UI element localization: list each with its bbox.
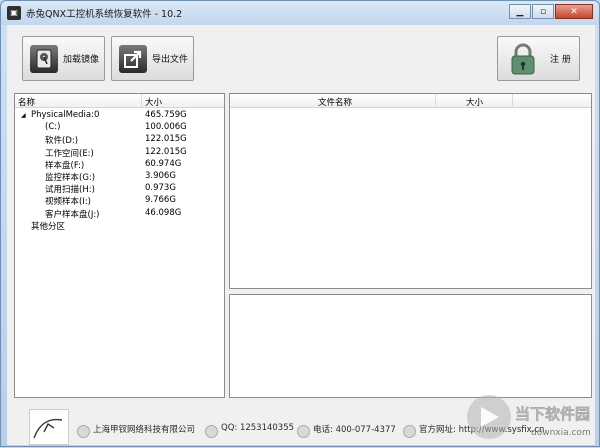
register-label: 注 册: [550, 55, 571, 65]
app-logo-icon: ▣: [7, 6, 21, 20]
company-logo-icon: [29, 409, 69, 445]
column-header-size[interactable]: 大小: [145, 96, 162, 108]
company-icon: [77, 425, 90, 438]
tree-item-size: 46.098G: [145, 207, 182, 218]
file-list-panel[interactable]: 文件名称 大小: [229, 93, 592, 289]
tree-root-item[interactable]: ◢ PhysicalMedia:0 465.759G: [15, 109, 224, 122]
tree-item-name: 其他分区: [31, 221, 66, 232]
website-icon: [403, 425, 416, 438]
tree-item-name: 工作空间(E:): [45, 148, 94, 159]
tree-item-size: 9.766G: [145, 195, 176, 206]
title-bar[interactable]: ▣ 赤兔QNX工控机系统恢复软件 - 10.2 ▁ ▫ ✕: [1, 1, 599, 25]
phone-icon: [297, 425, 310, 438]
tree-item-name: 监控样本(G:): [45, 173, 96, 183]
tree-item[interactable]: 样本盘(F:) 60.974G: [15, 158, 224, 171]
tree-item[interactable]: 试用扫描(H:) 0.973G: [15, 182, 224, 195]
tree-item[interactable]: 其他分区: [15, 219, 224, 232]
maximize-icon: ▫: [539, 6, 547, 17]
tree-item-size: 0.973G: [145, 183, 176, 194]
load-image-label: 加载镜像: [63, 55, 100, 65]
tree-item-size: 60.974G: [145, 158, 182, 169]
minimize-button[interactable]: ▁: [509, 4, 531, 19]
tree-item-size: 3.906G: [145, 171, 176, 181]
export-arrow-icon: [119, 44, 147, 73]
tree-item[interactable]: 工作空间(E:) 122.015G: [15, 146, 224, 159]
tree-item-name: 视频样本(I:): [45, 197, 92, 208]
tree-item-size: 100.006G: [145, 122, 187, 133]
register-button[interactable]: 注 册: [497, 36, 580, 81]
maximize-button[interactable]: ▫: [532, 4, 554, 19]
tree-item[interactable]: 监控样本(G:) 3.906G: [15, 170, 224, 183]
watermark-cn: 当下软件园: [515, 405, 590, 423]
qq-icon: [205, 425, 218, 438]
minimize-icon: ▁: [516, 6, 524, 17]
tree-item-name: 试用扫描(H:): [45, 185, 95, 196]
app-window: ▣ 赤兔QNX工控机系统恢复软件 - 10.2 ▁ ▫ ✕ 加载镜像 导出文件 …: [0, 0, 600, 447]
column-header-filename[interactable]: 文件名称: [318, 96, 352, 108]
watermark-logo: 当下软件园 downxia.com: [463, 381, 595, 445]
column-header-filesize[interactable]: 大小: [466, 96, 483, 108]
tree-item-size: 122.015G: [145, 146, 187, 157]
tree-item-name: (C:): [45, 122, 61, 133]
tree-item-size: 465.759G: [145, 110, 187, 120]
partition-tree-panel[interactable]: 名称 大小 ◢ PhysicalMedia:0 465.759G (C:) 100.00…: [14, 93, 225, 398]
tree-item[interactable]: 视频样本(I:) 9.766G: [15, 194, 224, 207]
load-image-button[interactable]: 加载镜像: [22, 36, 105, 81]
tree-item-name: 软件(D:): [45, 136, 79, 147]
close-button[interactable]: ✕: [555, 4, 593, 19]
hard-disk-icon: [30, 44, 58, 73]
tree-item-size: 122.015G: [145, 134, 187, 145]
phone-number: 电话: 400-077-4377: [313, 425, 396, 435]
export-file-button[interactable]: 导出文件: [111, 36, 194, 81]
padlock-icon: [508, 42, 538, 76]
tree-header: 名称 大小: [15, 94, 224, 108]
close-icon: ✕: [570, 6, 578, 17]
column-header-name[interactable]: 名称: [18, 96, 35, 108]
watermark-url: downxia.com: [531, 428, 591, 438]
tree-item-name: 样本盘(F:): [45, 160, 85, 171]
qq-number: QQ: 1253140355: [221, 423, 295, 433]
tree-item[interactable]: 软件(D:) 122.015G: [15, 133, 224, 146]
expand-arrow-icon[interactable]: ◢: [21, 112, 26, 119]
company-name: 上海甲钗网络科技有限公司: [93, 425, 196, 435]
tree-item-name: PhysicalMedia:0: [31, 110, 100, 120]
tree-item[interactable]: (C:) 100.006G: [15, 121, 224, 134]
export-file-label: 导出文件: [152, 55, 189, 65]
tree-item-name: 客户样本盘(J:): [45, 209, 100, 220]
file-list-header: 文件名称 大小: [230, 94, 591, 108]
window-title: 赤兔QNX工控机系统恢复软件 - 10.2: [26, 9, 183, 20]
tree-item[interactable]: 客户样本盘(J:) 46.098G: [15, 207, 224, 220]
